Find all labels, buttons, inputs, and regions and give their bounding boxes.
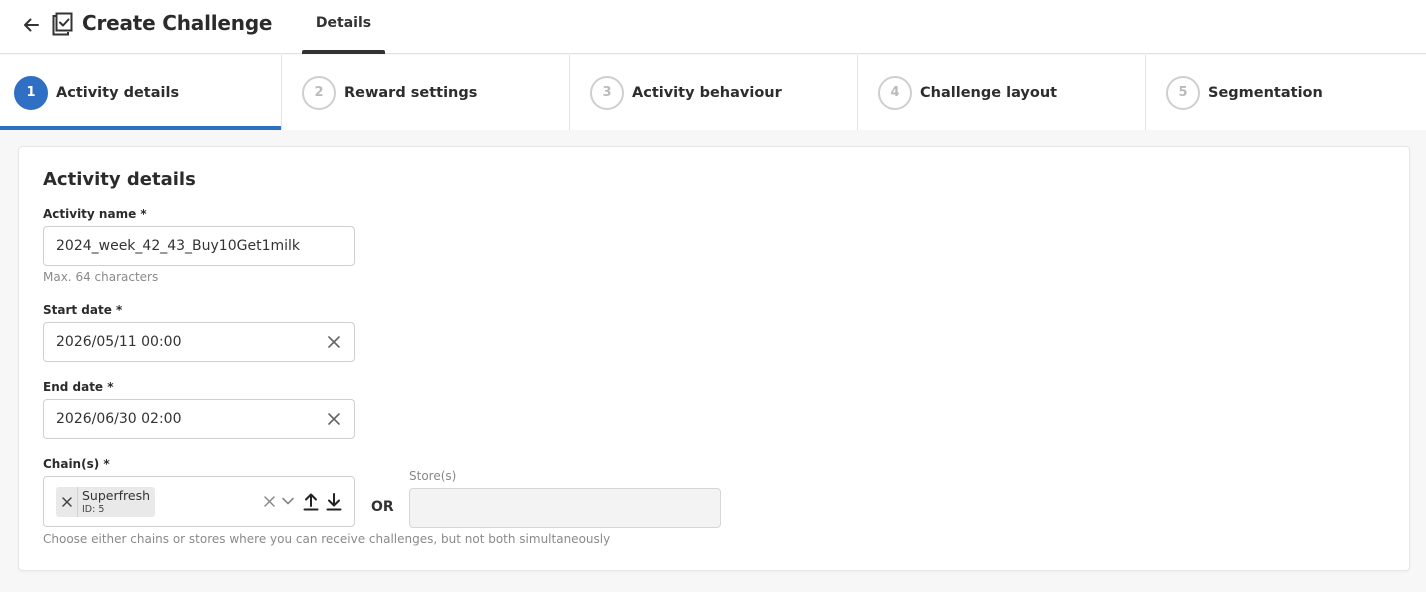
remove-chip-icon[interactable] bbox=[56, 487, 78, 517]
step-label: Reward settings bbox=[344, 84, 478, 101]
step-label: Challenge layout bbox=[920, 84, 1058, 101]
chevron-down-icon[interactable] bbox=[280, 491, 296, 511]
step-activity-behaviour[interactable]: 3 Activity behaviour bbox=[570, 55, 858, 130]
clear-end-date-icon[interactable] bbox=[326, 411, 342, 427]
top-bar: Create Challenge Details bbox=[0, 0, 1426, 54]
stores-input[interactable] bbox=[409, 488, 721, 528]
start-date-input[interactable]: 2026/05/11 00:00 bbox=[43, 322, 355, 362]
step-label: Activity details bbox=[56, 84, 180, 101]
wizard-stepper: 1 Activity details 2 Reward settings 3 A… bbox=[0, 55, 1426, 130]
or-separator: OR bbox=[371, 499, 394, 515]
end-date-input[interactable]: 2026/06/30 02:00 bbox=[43, 399, 355, 439]
end-date-value: 2026/06/30 02:00 bbox=[56, 411, 182, 427]
step-reward-settings[interactable]: 2 Reward settings bbox=[282, 55, 570, 130]
tab-details[interactable]: Details bbox=[302, 0, 385, 54]
tab-details-label: Details bbox=[315, 15, 372, 31]
chain-chip: Superfresh ID: 5 bbox=[56, 487, 155, 517]
page-title: Create Challenge bbox=[82, 11, 273, 35]
step-number: 1 bbox=[14, 75, 48, 110]
clear-chains-icon[interactable] bbox=[261, 491, 277, 511]
step-challenge-layout[interactable]: 4 Challenge layout bbox=[858, 55, 1146, 130]
activity-name-label: Activity name * bbox=[43, 207, 147, 221]
chains-stores-hint: Choose either chains or stores where you… bbox=[43, 532, 611, 546]
upload-icon[interactable] bbox=[303, 491, 319, 511]
end-date-label: End date * bbox=[43, 380, 114, 394]
step-label: Segmentation bbox=[1208, 84, 1323, 101]
activity-name-hint: Max. 64 characters bbox=[43, 270, 159, 284]
step-number: 3 bbox=[590, 75, 624, 110]
chip-id: ID: 5 bbox=[82, 503, 105, 515]
start-date-value: 2026/05/11 00:00 bbox=[56, 334, 182, 350]
chains-select[interactable]: Superfresh ID: 5 bbox=[43, 476, 355, 527]
checklist-icon bbox=[51, 12, 73, 36]
activity-name-value: 2024_week_42_43_Buy10Get1milk bbox=[56, 238, 301, 254]
chip-name: Superfresh bbox=[82, 488, 151, 503]
download-icon[interactable] bbox=[326, 491, 342, 511]
step-segmentation[interactable]: 5 Segmentation bbox=[1146, 55, 1426, 130]
tab-active-underline bbox=[302, 50, 385, 54]
start-date-label: Start date * bbox=[43, 303, 123, 317]
activity-details-card: Activity details Activity name * 2024_we… bbox=[18, 146, 1410, 571]
stores-label: Store(s) bbox=[409, 469, 457, 483]
step-number: 4 bbox=[878, 75, 912, 110]
chains-label: Chain(s) * bbox=[43, 457, 110, 471]
step-label: Activity behaviour bbox=[632, 84, 782, 101]
step-activity-details[interactable]: 1 Activity details bbox=[0, 55, 282, 130]
back-arrow-icon[interactable] bbox=[18, 12, 44, 38]
chains-controls bbox=[261, 491, 342, 511]
step-number: 2 bbox=[302, 75, 336, 110]
step-number: 5 bbox=[1166, 75, 1200, 110]
clear-start-date-icon[interactable] bbox=[326, 334, 342, 350]
activity-name-input[interactable]: 2024_week_42_43_Buy10Get1milk bbox=[43, 226, 355, 266]
section-title: Activity details bbox=[43, 169, 196, 190]
